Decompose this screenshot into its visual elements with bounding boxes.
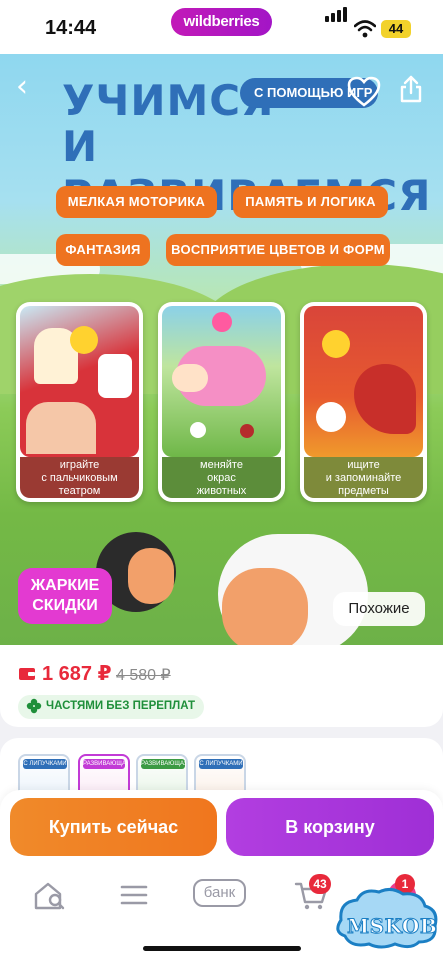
wildberries-pill[interactable]: wildberries xyxy=(171,8,272,36)
thumbnail-label: РАЗВИВАЮЩАЯ xyxy=(141,759,188,769)
installment-badge[interactable]: ЧАСТЯМИ БЕЗ ПЕРЕПЛАТ xyxy=(18,695,204,719)
card-caption: меняйте окрас животных xyxy=(162,457,281,498)
buy-now-button[interactable]: Купить сейчас xyxy=(10,798,217,856)
tag-fine-motor: МЕЛКАЯ МОТОРИКА xyxy=(56,186,217,218)
add-to-cart-button[interactable]: В корзину xyxy=(226,798,434,856)
thumbnail-label: РАЗВИВАЮЩАЯ xyxy=(83,759,130,769)
hot-discounts-badge: ЖАРКИЕ СКИДКИ xyxy=(18,568,112,624)
product-image-banner[interactable]: ‹ УЧИМСЯ И РАЗВИВАЕМСЯ С ПОМОЩЬЮ ИГР МЕЛ… xyxy=(0,54,443,645)
catalog-menu-icon[interactable] xyxy=(114,878,154,912)
old-price: 4 580 ₽ xyxy=(116,667,171,684)
battery-icon: 44 xyxy=(381,20,411,38)
wifi-icon xyxy=(354,20,376,38)
watermark-text: MSKOB xyxy=(346,914,438,939)
current-price: 1 687 ₽ xyxy=(42,663,112,685)
sheep-face xyxy=(222,568,308,645)
similar-button[interactable]: Похожие xyxy=(333,592,425,626)
sheep-face xyxy=(128,548,174,604)
action-bar: Купить сейчас В корзину xyxy=(0,790,443,870)
status-time: 14:44 xyxy=(45,17,97,39)
favorite-heart-icon[interactable] xyxy=(347,76,381,108)
card-caption: играйте с пальчиковым театром xyxy=(20,457,139,498)
feature-card-find-objects: ищите и запоминайте предметы xyxy=(300,302,427,502)
clover-icon xyxy=(26,698,42,714)
share-icon[interactable] xyxy=(398,74,424,104)
status-bar: 14:44 wildberries 44 xyxy=(0,0,443,54)
feature-card-animal-colors: меняйте окрас животных xyxy=(158,302,285,502)
wallet-icon xyxy=(19,668,35,680)
installment-text: ЧАСТЯМИ БЕЗ ПЕРЕПЛАТ xyxy=(46,700,196,712)
back-icon[interactable]: ‹ xyxy=(16,72,44,104)
thumbnail-label: С ЛИПУЧКАМИ xyxy=(199,759,243,769)
feature-card-finger-theater: играйте с пальчиковым театром xyxy=(16,302,143,502)
cart-badge: 43 xyxy=(309,874,331,894)
thumbnail-label: С ЛИПУЧКАМИ xyxy=(23,759,67,769)
home-indicator xyxy=(143,946,301,951)
card-caption: ищите и запоминайте предметы xyxy=(304,457,423,498)
bank-tab[interactable]: банк xyxy=(193,879,246,907)
tag-colors-shapes: ВОСПРИЯТИЕ ЦВЕТОВ И ФОРМ xyxy=(166,234,390,266)
tag-fantasy: ФАНТАЗИЯ xyxy=(56,234,150,266)
tag-memory-logic: ПАМЯТЬ И ЛОГИКА xyxy=(233,186,388,218)
home-search-icon[interactable] xyxy=(30,878,70,912)
price-section: 1 687 ₽ 4 580 ₽ ЧАСТЯМИ БЕЗ ПЕРЕПЛАТ xyxy=(0,645,443,727)
